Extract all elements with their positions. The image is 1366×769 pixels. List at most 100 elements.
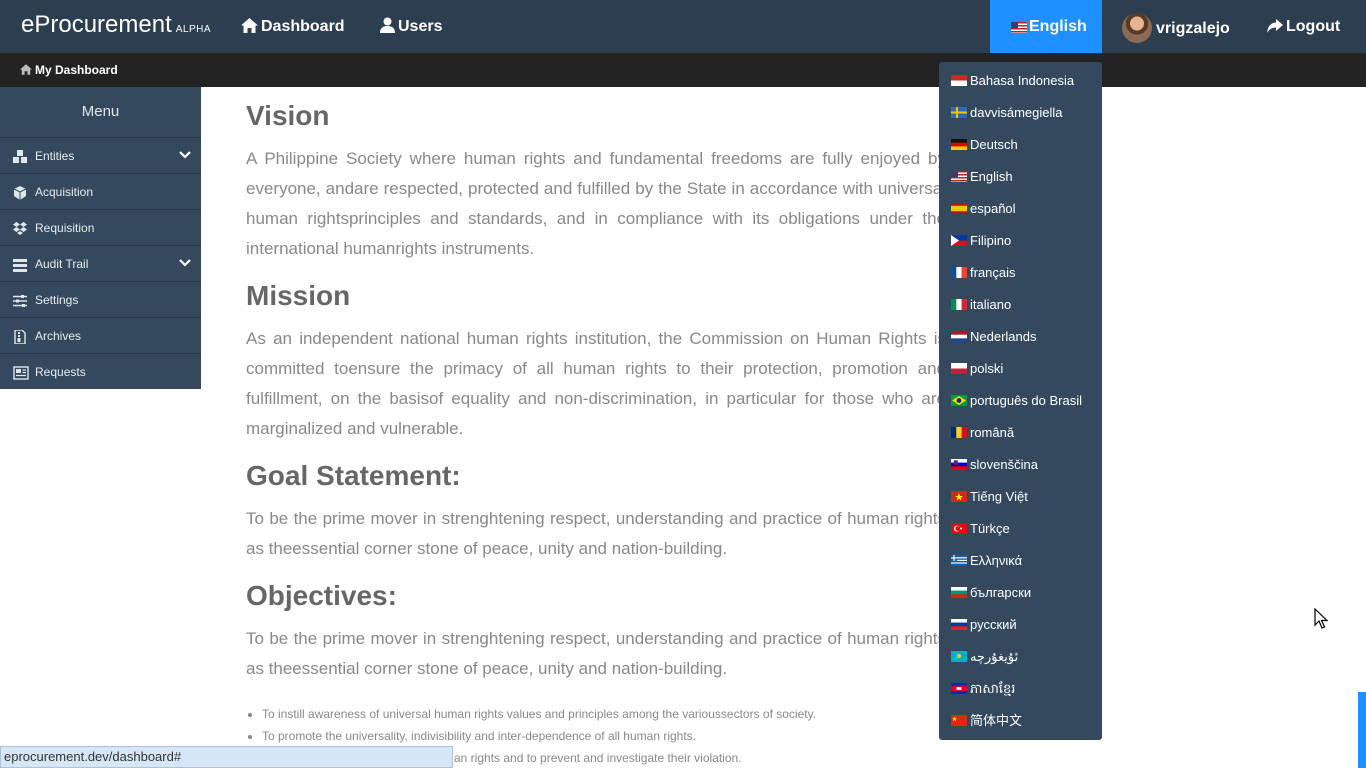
mouse-cursor-icon xyxy=(1314,608,1328,629)
language-dropdown-toggle[interactable]: English xyxy=(990,0,1102,53)
sidebar-item-label: Settings xyxy=(35,293,79,307)
language-option-label: français xyxy=(970,265,1016,280)
brand-logo[interactable]: eProcurement ALPHA xyxy=(21,11,211,39)
language-option[interactable]: Tiếng Việt xyxy=(939,481,1102,513)
flag-de-icon xyxy=(951,139,967,150)
newspaper-icon xyxy=(13,366,29,380)
sidebar-item-label: Audit Trail xyxy=(35,257,89,271)
language-option[interactable]: ئۇيغۇرچە xyxy=(939,641,1102,673)
language-option[interactable]: Ελληνικά xyxy=(939,545,1102,577)
chevron-down-icon[interactable] xyxy=(179,258,191,268)
file-archive-icon xyxy=(14,330,26,344)
sidebar-item-label: Entities xyxy=(35,149,75,163)
language-option-label: Türkçe xyxy=(970,521,1010,536)
language-option-label: 简体中文 xyxy=(970,713,1023,728)
flag-us-icon xyxy=(1011,22,1027,33)
language-option-label: Deutsch xyxy=(970,137,1018,152)
flag-gr-icon xyxy=(951,555,967,566)
goal-text: To be the prime mover in strenghtening r… xyxy=(246,509,946,558)
objectives-text: To be the prime mover in strenghtening r… xyxy=(246,629,946,678)
sidebar-item-acquisition[interactable]: Acquisition xyxy=(0,173,201,209)
nav-dashboard-label: Dashboard xyxy=(261,18,345,35)
chevron-down-icon[interactable] xyxy=(179,150,191,160)
language-option[interactable]: slovenščina xyxy=(939,449,1102,481)
brand-name: eProcurement xyxy=(21,11,172,38)
sidebar-item-requests[interactable]: Requests xyxy=(0,353,201,389)
language-option-label: Filipino xyxy=(970,233,1012,248)
flag-it-icon xyxy=(951,299,967,310)
language-option-label: davvisámegiella xyxy=(970,105,1063,120)
sidebar-item-entities[interactable]: Entities xyxy=(0,137,201,173)
language-option-label: ئۇيغۇرچە xyxy=(970,649,1019,664)
sidebar-item-archives[interactable]: Archives xyxy=(0,317,201,353)
language-option[interactable]: Deutsch xyxy=(939,129,1102,161)
flag-cn-icon xyxy=(951,715,967,726)
language-option[interactable]: Nederlands xyxy=(939,321,1102,353)
language-option[interactable]: Türkçe xyxy=(939,513,1102,545)
language-option[interactable]: ភាសាខ្មែរ xyxy=(939,673,1102,705)
flag-br-icon xyxy=(951,395,967,406)
sidebar-item-audit-trail[interactable]: Audit Trail xyxy=(0,245,201,281)
language-option[interactable]: Bahasa Indonesia xyxy=(939,65,1102,97)
logout-link[interactable]: Logout xyxy=(1267,0,1340,53)
flag-ro-icon xyxy=(951,427,967,438)
breadcrumb-label: My Dashboard xyxy=(35,63,118,77)
language-option[interactable]: български xyxy=(939,577,1102,609)
language-option-label: English xyxy=(970,169,1013,184)
tasks-icon xyxy=(13,259,27,272)
language-option-label: polski xyxy=(970,361,1004,376)
mission-heading: Mission xyxy=(246,280,351,311)
language-option-label: română xyxy=(970,425,1015,440)
language-option[interactable]: română xyxy=(939,417,1102,449)
brand-tag: ALPHA xyxy=(175,24,212,35)
language-option-label: Tiếng Việt xyxy=(970,489,1028,504)
language-option[interactable]: español xyxy=(939,193,1102,225)
breadcrumb-item-dashboard[interactable]: My Dashboard xyxy=(20,53,118,87)
user-avatar[interactable] xyxy=(1122,13,1152,43)
language-current-label: English xyxy=(1029,18,1087,35)
sidebar-item-requisition[interactable]: Requisition xyxy=(0,209,201,245)
sidebar-item-label: Requisition xyxy=(35,221,95,235)
cubes-icon xyxy=(13,150,27,163)
vision-heading: Vision xyxy=(246,100,330,131)
language-option[interactable]: davvisámegiella xyxy=(939,97,1102,129)
sidebar-item-label: Archives xyxy=(35,329,82,343)
browser-status-url: eprocurement.dev/dashboard# xyxy=(0,746,453,768)
language-option-label: Nederlands xyxy=(970,329,1037,344)
sidebar-title: Menu xyxy=(81,103,120,120)
language-option[interactable]: 简体中文 xyxy=(939,705,1102,737)
username-label: vrigzalejo xyxy=(1156,20,1230,37)
top-navbar: eProcurement ALPHA Dashboard Users Englis… xyxy=(0,0,1366,53)
breadcrumb: My Dashboard xyxy=(0,53,1366,87)
language-option[interactable]: polski xyxy=(939,353,1102,385)
flag-id-icon xyxy=(951,75,967,86)
sliders-icon xyxy=(13,295,27,307)
user-menu[interactable]: vrigzalejo xyxy=(1156,2,1230,55)
language-option[interactable]: Filipino xyxy=(939,225,1102,257)
language-option[interactable]: italiano xyxy=(939,289,1102,321)
user-icon xyxy=(380,17,395,33)
language-option[interactable]: français xyxy=(939,257,1102,289)
nav-users-link[interactable]: Users xyxy=(380,0,442,53)
flag-us-icon xyxy=(951,171,967,182)
flag-vn-icon xyxy=(951,491,967,502)
flag-kh-icon xyxy=(951,683,967,694)
flag-se-icon xyxy=(951,107,967,118)
language-option-label: ភាសាខ្មែរ xyxy=(970,681,1016,696)
flag-kz-icon xyxy=(951,651,967,662)
sidebar: Menu Entities Acquisition Requisition Au… xyxy=(0,87,201,389)
language-option[interactable]: English xyxy=(939,161,1102,193)
main-content: Vision A Philippine Society where human … xyxy=(246,87,946,769)
mission-text: As an independent national human rights … xyxy=(246,329,946,438)
language-option[interactable]: русский xyxy=(939,609,1102,641)
list-item: To promote the universality, indivisibil… xyxy=(262,725,946,747)
language-option-label: italiano xyxy=(970,297,1012,312)
list-item: To instill awareness of universal human … xyxy=(262,703,946,725)
nav-dashboard-link[interactable]: Dashboard xyxy=(241,0,345,53)
goal-heading: Goal Statement: xyxy=(246,460,461,491)
sidebar-item-settings[interactable]: Settings xyxy=(0,281,201,317)
flag-pl-icon xyxy=(951,363,967,374)
flag-fr-icon xyxy=(951,267,967,278)
language-option[interactable]: português do Brasil xyxy=(939,385,1102,417)
page-scrollbar[interactable] xyxy=(1358,692,1366,768)
